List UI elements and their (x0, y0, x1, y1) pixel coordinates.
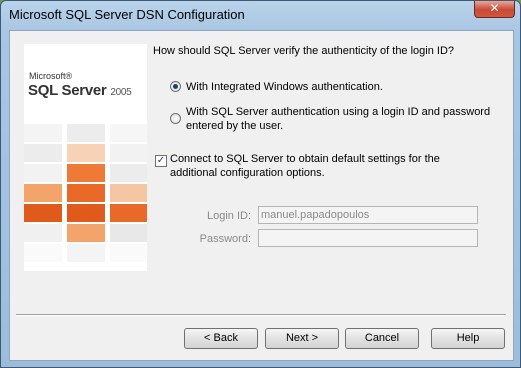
connect-default-line2: additional configuration options. (170, 167, 325, 179)
logo-tile (24, 184, 62, 202)
logo-tile (24, 224, 62, 242)
sql-auth-label-line1: With SQL Server authentication using a l… (186, 106, 491, 118)
logo-tile (67, 204, 105, 222)
next-button[interactable]: Next > (265, 328, 339, 349)
logo-tile (110, 224, 147, 242)
cancel-button[interactable]: Cancel (345, 328, 419, 349)
logo-tile (24, 124, 62, 142)
logo-microsoft-text: Microsoft® (29, 71, 73, 81)
windows-auth-label[interactable]: With Integrated Windows authentication. (186, 80, 383, 94)
button-separator (16, 314, 506, 316)
logo-product-name: SQL Server (28, 82, 107, 99)
logo-tile (24, 204, 62, 222)
logo-year: 2005 (110, 87, 132, 98)
logo-tile (67, 224, 105, 242)
sql-auth-radio[interactable] (170, 113, 181, 124)
dialog-window: Microsoft SQL Server DSN Configuration ✕… (0, 0, 521, 368)
dialog-client-area: Microsoft® SQL Server 2005 How should SQ… (9, 30, 514, 361)
connect-default-checkbox[interactable]: ✓ (155, 155, 167, 167)
back-button[interactable]: < Back (184, 328, 258, 349)
login-id-field[interactable] (258, 206, 478, 224)
sql-server-logo-panel: Microsoft® SQL Server 2005 (24, 44, 147, 271)
checkmark-icon: ✓ (156, 155, 166, 166)
logo-tile (24, 244, 62, 262)
logo-tile (110, 164, 147, 182)
windows-auth-radio[interactable] (170, 81, 181, 92)
logo-tile (110, 204, 147, 222)
logo-product-text: SQL Server 2005 (28, 82, 132, 99)
sql-auth-label-line2: entered by the user. (186, 120, 284, 132)
logo-tile (24, 144, 62, 162)
connect-default-line1: Connect to SQL Server to obtain default … (170, 153, 440, 165)
password-label: Password: (199, 233, 251, 245)
close-button[interactable]: ✕ (474, 1, 515, 18)
logo-tile (110, 124, 147, 142)
logo-tile (67, 144, 105, 162)
window-title: Microsoft SQL Server DSN Configuration (9, 7, 245, 22)
logo-tile (67, 184, 105, 202)
connect-default-label[interactable]: Connect to SQL Server to obtain default … (170, 152, 440, 180)
logo-tile (110, 144, 147, 162)
logo-tile (110, 184, 147, 202)
login-id-label: Login ID: (206, 210, 251, 222)
logo-tile (67, 244, 105, 262)
close-icon: ✕ (489, 1, 500, 15)
logo-tile (67, 124, 105, 142)
auth-question: How should SQL Server verify the authent… (153, 45, 455, 57)
sql-auth-label[interactable]: With SQL Server authentication using a l… (186, 105, 490, 133)
logo-tile (24, 164, 62, 182)
logo-tile (110, 244, 147, 262)
help-button[interactable]: Help (431, 328, 505, 349)
password-field[interactable] (258, 229, 478, 247)
logo-tile (67, 164, 105, 182)
